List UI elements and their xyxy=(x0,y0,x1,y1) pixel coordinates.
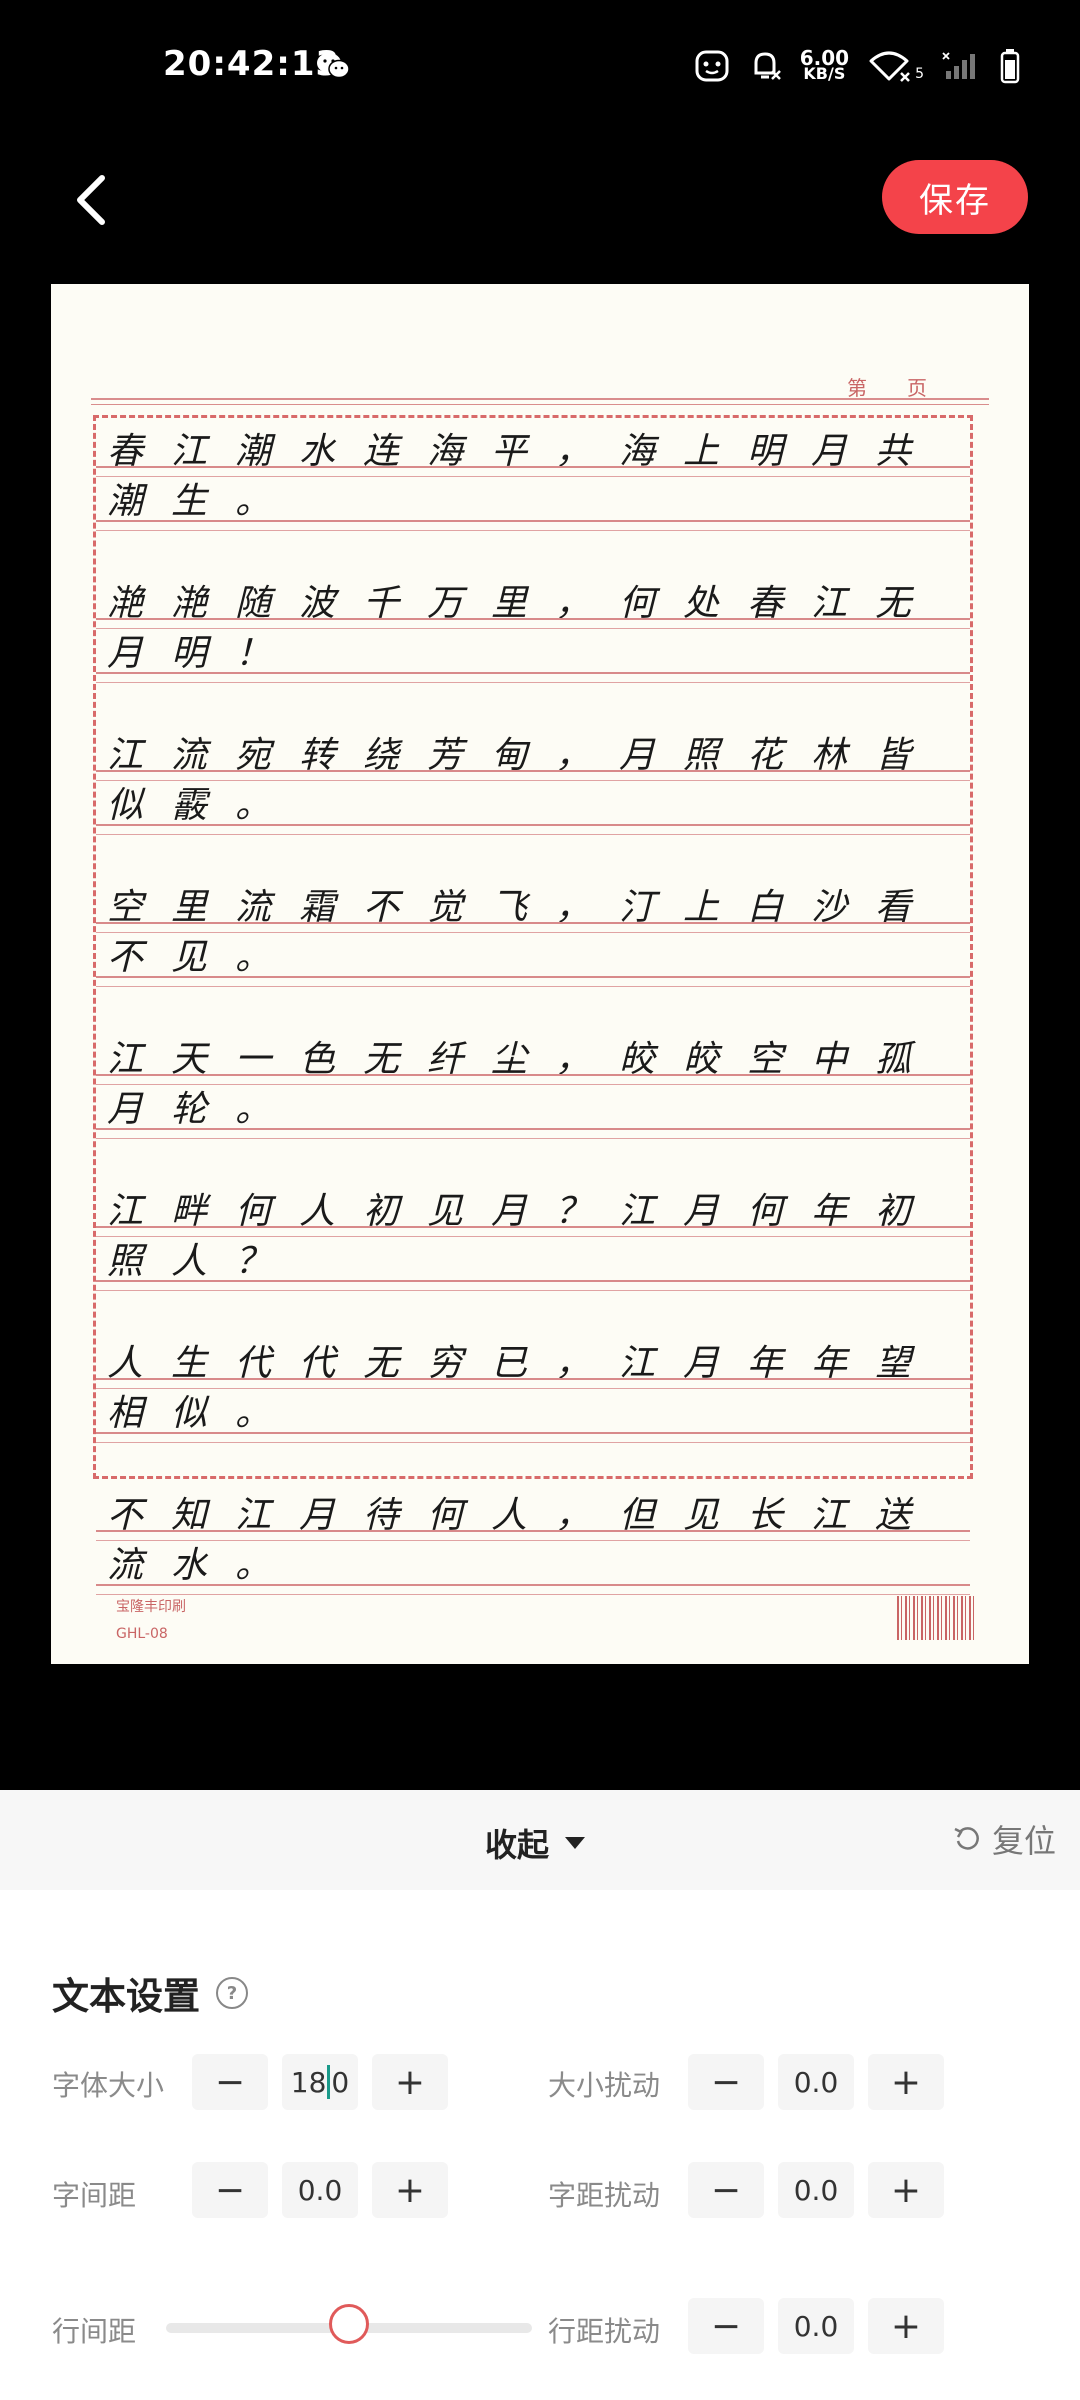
section-title: 文本设置 ? xyxy=(52,1966,248,2020)
line-jitter-decrease-button[interactable]: − xyxy=(688,2298,764,2354)
char-spacing-decrease-button[interactable]: − xyxy=(192,2162,268,2218)
size-jitter-stepper: − 0.0 + xyxy=(688,2054,944,2110)
writing-line: 不见。 xyxy=(107,937,300,978)
reset-icon xyxy=(954,1827,979,1850)
spacing-jitter-label: 字距扰动 xyxy=(548,2179,661,2212)
robot-face-icon xyxy=(695,50,729,82)
line-jitter-input[interactable]: 0.0 xyxy=(778,2298,854,2354)
top-bar: 保存 xyxy=(0,150,1080,250)
status-bar: 20:42:13 6.00 KB/S 5 xyxy=(0,0,1080,140)
writing-line: 照人？ xyxy=(107,1241,300,1282)
text-caret xyxy=(327,2065,331,2099)
writing-line: 潮生。 xyxy=(107,481,300,522)
char-spacing-stepper: − 0.0 + xyxy=(192,2162,448,2218)
paper-rule xyxy=(96,1138,970,1139)
font-size-input[interactable]: 18 0 xyxy=(282,2054,358,2110)
paper-rule xyxy=(96,1540,970,1541)
char-spacing-label: 字间距 xyxy=(52,2179,137,2212)
paper-rule xyxy=(96,1432,970,1434)
paper-rule xyxy=(96,986,970,987)
paper-rule xyxy=(96,780,970,781)
spacing-jitter-stepper: − 0.0 + xyxy=(688,2162,944,2218)
paper-rule xyxy=(96,1290,970,1291)
wechat-icon xyxy=(317,53,350,79)
paper-rule xyxy=(96,530,970,531)
wifi-icon xyxy=(869,51,910,82)
paper-rule xyxy=(96,618,970,620)
paper-rule xyxy=(96,682,970,683)
paper-rule xyxy=(96,520,970,522)
caret-down-icon xyxy=(565,1837,586,1849)
clock: 20:42:13 xyxy=(163,44,341,84)
writing-line: 月明！ xyxy=(107,633,300,674)
signal-icon xyxy=(942,52,975,79)
reset-button[interactable]: 复位 xyxy=(952,1816,1056,1862)
footer-code: GHL-08 xyxy=(116,1626,168,1642)
handwriting-preview: 第页 春江潮水连海平，海上明月共 潮生。 滟滟随波千万里，何处春江无 月明！ 江流宛转绕… xyxy=(51,284,1029,1664)
paper-rule xyxy=(96,1074,970,1076)
writing-line: 流水。 xyxy=(107,1545,300,1586)
writing-line: 月轮。 xyxy=(107,1089,300,1130)
paper-rule xyxy=(96,834,970,835)
settings-panel: 收起 复位 文本设置 ? 字体大小 − 18 0 + 大小扰动 − 0.0 + 字… xyxy=(0,1790,1080,2400)
paper-rule xyxy=(96,1280,970,1282)
collapse-bar[interactable]: 收起 复位 xyxy=(0,1790,1080,1890)
paper-rule xyxy=(96,672,970,674)
paper-rule xyxy=(96,824,970,826)
collapse-toggle[interactable]: 收起 xyxy=(485,1820,586,1866)
paper-rule xyxy=(96,770,970,772)
paper-rule xyxy=(96,1378,970,1380)
line-jitter-label: 行距扰动 xyxy=(548,2315,661,2348)
paper-rule xyxy=(96,1530,970,1532)
paper-rule xyxy=(96,628,970,629)
sim-slot-label: 5 xyxy=(915,66,924,82)
paper-rule xyxy=(96,1388,970,1389)
line-jitter-increase-button[interactable]: + xyxy=(868,2298,944,2354)
line-spacing-slider[interactable] xyxy=(166,2304,532,2344)
font-size-increase-button[interactable]: + xyxy=(372,2054,448,2110)
network-speed: 6.00 KB/S xyxy=(799,46,850,83)
status-icons: 6.00 KB/S 5 xyxy=(694,46,1020,86)
char-spacing-increase-button[interactable]: + xyxy=(372,2162,448,2218)
size-jitter-decrease-button[interactable]: − xyxy=(688,2054,764,2110)
spacing-jitter-decrease-button[interactable]: − xyxy=(688,2162,764,2218)
barcode xyxy=(897,1596,975,1640)
writing-line: 似霰。 xyxy=(107,785,300,826)
spacing-jitter-input[interactable]: 0.0 xyxy=(778,2162,854,2218)
paper-rule xyxy=(96,1594,970,1595)
writing-line: 相似。 xyxy=(107,1393,300,1434)
top-rule xyxy=(91,398,989,400)
line-spacing-slider-handle[interactable] xyxy=(329,2304,369,2344)
paper-rule xyxy=(96,932,970,933)
battery-icon xyxy=(1000,49,1020,84)
font-size-decrease-button[interactable]: − xyxy=(192,2054,268,2110)
paper-rule xyxy=(96,1584,970,1586)
paper-rule xyxy=(96,476,970,477)
page-label: 第页 xyxy=(847,376,967,400)
line-jitter-stepper: − 0.0 + xyxy=(688,2298,944,2354)
paper-rule xyxy=(96,922,970,924)
size-jitter-increase-button[interactable]: + xyxy=(868,2054,944,2110)
paper-rule xyxy=(96,1226,970,1228)
paper-rule xyxy=(96,1128,970,1130)
top-rule-thin xyxy=(91,404,989,405)
paper-rule xyxy=(96,466,970,468)
char-spacing-input[interactable]: 0.0 xyxy=(282,2162,358,2218)
spacing-jitter-increase-button[interactable]: + xyxy=(868,2162,944,2218)
size-jitter-label: 大小扰动 xyxy=(548,2069,661,2102)
save-button[interactable]: 保存 xyxy=(882,160,1028,234)
font-size-stepper: − 18 0 + xyxy=(192,2054,448,2110)
paper-rule xyxy=(96,976,970,978)
help-icon[interactable]: ? xyxy=(216,1977,248,2009)
bell-muted-icon xyxy=(754,52,781,80)
paper-rule xyxy=(96,1084,970,1085)
font-size-label: 字体大小 xyxy=(52,2069,165,2102)
line-spacing-label: 行间距 xyxy=(52,2315,137,2348)
paper-rule xyxy=(96,1236,970,1237)
back-icon[interactable] xyxy=(66,170,116,230)
size-jitter-input[interactable]: 0.0 xyxy=(778,2054,854,2110)
paper-rule xyxy=(96,1442,970,1443)
footer-brand: 宝隆丰印刷 xyxy=(116,1599,186,1615)
